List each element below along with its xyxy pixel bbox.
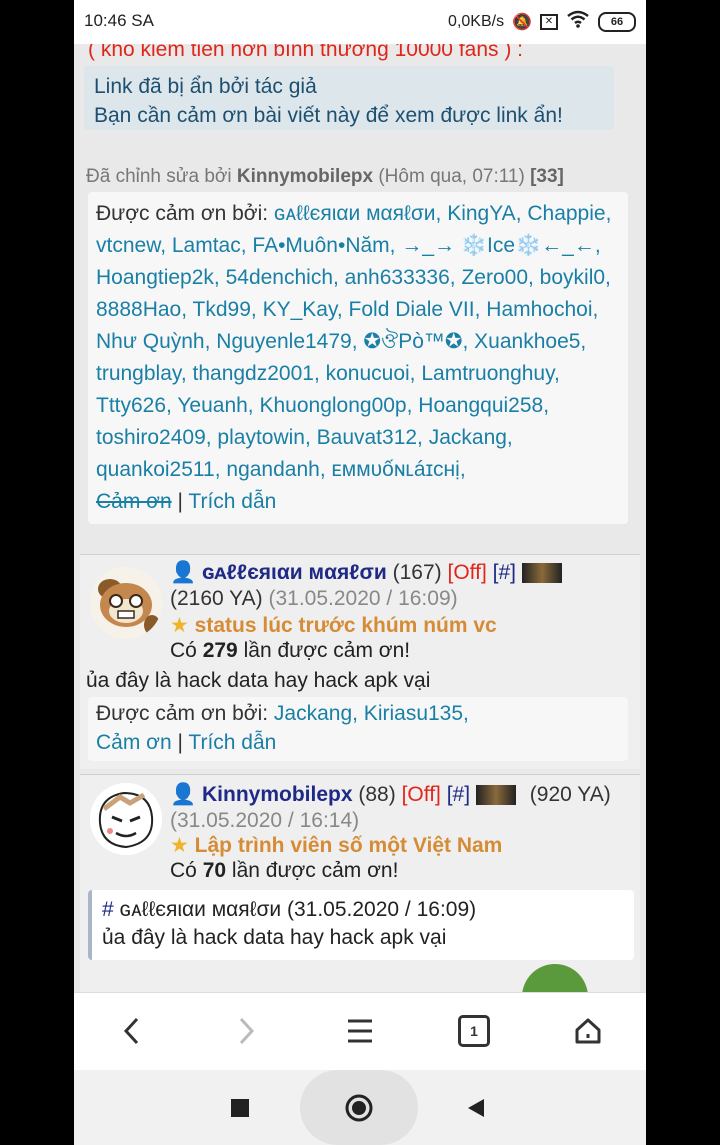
thanks-box: Được cảm ơn bởi: ɢᴀℓℓєяιαи мαяℓσи, KingY…	[88, 192, 628, 524]
thanks-box: Được cảm ơn bởi: Jackang, Kiriasu135, Cả…	[88, 697, 628, 761]
status-badge: [Off]	[447, 561, 487, 584]
post-count: (88)	[358, 783, 396, 806]
home-system-button[interactable]	[300, 1070, 418, 1145]
post-body: ủa đây là hack data hay hack apk vại	[86, 669, 431, 692]
avatar[interactable]	[90, 783, 162, 855]
post-link[interactable]: [#]	[447, 783, 470, 806]
hidden-link-line1: Link đã bị ẩn bởi tác giả	[94, 75, 317, 98]
browser-nav-bar: 1	[74, 992, 646, 1071]
thank-link[interactable]: Cảm ơn	[96, 731, 172, 754]
chevron-right-icon	[239, 1017, 255, 1045]
bell-muted-icon: 🔕	[512, 13, 532, 31]
back-button[interactable]	[110, 1009, 154, 1053]
close-box-icon: ✕	[540, 13, 558, 30]
home-button[interactable]	[566, 1009, 610, 1053]
quote-user: ɢᴀℓℓєяιαи мαяℓσи	[119, 898, 282, 921]
back-system-button[interactable]	[462, 1094, 490, 1122]
post-ya: (2160 YA)	[170, 587, 263, 610]
separator: |	[177, 490, 183, 513]
system-nav-bar	[74, 1070, 646, 1145]
status-bar: 10:46 SA 0,0KB/s 🔕 ✕ 66	[74, 0, 646, 44]
circle-icon	[345, 1094, 373, 1121]
star-icon: ★	[170, 614, 189, 637]
hidden-link-line2: Bạn cần cảm ơn bài viết này để xem được …	[94, 104, 563, 127]
post-header: 👤 Kinnymobilepx (88) [Off] [#] (920 YA)	[170, 783, 611, 807]
post-username[interactable]: Kinnymobilepx	[202, 783, 353, 806]
post-ya: (920 YA)	[529, 783, 611, 806]
status-time: 10:46 SA	[84, 11, 154, 30]
thanks-users[interactable]: ɢᴀℓℓєяιαи мαяℓσи, KingYA, Chappie, vtcne…	[96, 202, 611, 481]
menu-button[interactable]	[338, 1009, 382, 1053]
thanks-label: Được cảm ơn bởi:	[96, 202, 269, 225]
quote-link[interactable]: Trích dẫn	[188, 490, 276, 513]
page-content[interactable]: ( khó kiếm tiền hơn bình thường 10000 fa…	[74, 44, 646, 992]
status-badge: [Off]	[401, 783, 441, 806]
quote-link[interactable]: Trích dẫn	[188, 731, 276, 754]
avatar[interactable]	[90, 567, 162, 639]
tabs-button[interactable]: 1	[452, 1009, 496, 1053]
hidden-link-box: Link đã bị ẩn bởi tác giả Bạn cần cảm ơn…	[84, 66, 614, 130]
status-icons: 0,0KB/s 🔕 ✕ 66	[448, 10, 636, 33]
network-speed: 0,0KB/s	[448, 12, 505, 30]
menu-icon	[348, 1019, 372, 1043]
post-header: 👤 ɢᴀℓℓєяιαи мαяℓσи (167) [Off] [#]	[170, 561, 562, 585]
post-thanks-count: Có 70 lần được cảm ơn!	[170, 859, 399, 882]
quote-date: (31.05.2020 / 16:09)	[287, 898, 477, 921]
post-title: ★ Lập trình viên số một Việt Nam	[170, 834, 503, 857]
rank-icon	[521, 563, 562, 584]
post-count: (167)	[392, 561, 442, 584]
triangle-back-icon	[468, 1099, 484, 1117]
home-icon	[575, 1018, 601, 1044]
chevron-left-icon	[123, 1017, 139, 1045]
post-date: (31.05.2020 / 16:09)	[268, 587, 458, 610]
rank-icon	[475, 785, 516, 806]
post-thanks-count: Có 279 lần được cảm ơn!	[170, 639, 411, 662]
thanks-label: Được cảm ơn bởi:	[96, 702, 269, 725]
recents-button[interactable]	[226, 1094, 254, 1122]
quote-header: # ɢᴀℓℓєяιαи мαяℓσи (31.05.2020 / 16:09)	[102, 898, 477, 921]
square-icon	[231, 1099, 249, 1117]
thanks-users[interactable]: Jackang, Kiriasu135,	[274, 702, 469, 725]
phone-screen: 10:46 SA 0,0KB/s 🔕 ✕ 66 ( khó kiếm tiền …	[74, 0, 646, 1145]
edited-count: [33]	[530, 166, 564, 187]
post-item: 👤 ɢᴀℓℓєяιαи мαяℓσи (167) [Off] [#] (2160…	[80, 554, 640, 769]
tab-count: 1	[470, 1023, 478, 1039]
post-meta: (2160 YA) (31.05.2020 / 16:09)	[170, 587, 458, 611]
wifi-icon	[566, 10, 590, 33]
battery-icon: 66	[598, 11, 636, 32]
post-title: ★ status lúc trước khúm núm vc	[170, 614, 497, 637]
thank-link[interactable]: Cảm ơn	[96, 490, 172, 513]
post-date: (31.05.2020 / 16:14)	[170, 809, 360, 832]
quote-block: # ɢᴀℓℓєяιαи мαяℓσи (31.05.2020 / 16:09) …	[88, 890, 634, 960]
user-icon: 👤	[170, 561, 197, 584]
star-icon: ★	[170, 834, 189, 857]
forward-button[interactable]	[224, 1009, 268, 1053]
tabs-icon: 1	[458, 1015, 490, 1047]
quote-body: ủa đây là hack data hay hack apk vại	[102, 926, 447, 949]
user-icon: 👤	[170, 783, 197, 806]
edited-user[interactable]: Kinnymobilepx	[237, 166, 373, 187]
post-username[interactable]: ɢᴀℓℓєяιαи мαяℓσи	[202, 561, 387, 584]
separator: |	[177, 731, 183, 754]
edited-note: Đã chỉnh sửa bởi Kinnymobilepx (Hôm qua,…	[86, 166, 564, 187]
post-text-red: ( khó kiếm tiền hơn bình thường 10000 fa…	[88, 44, 524, 61]
post-link[interactable]: [#]	[493, 561, 516, 584]
